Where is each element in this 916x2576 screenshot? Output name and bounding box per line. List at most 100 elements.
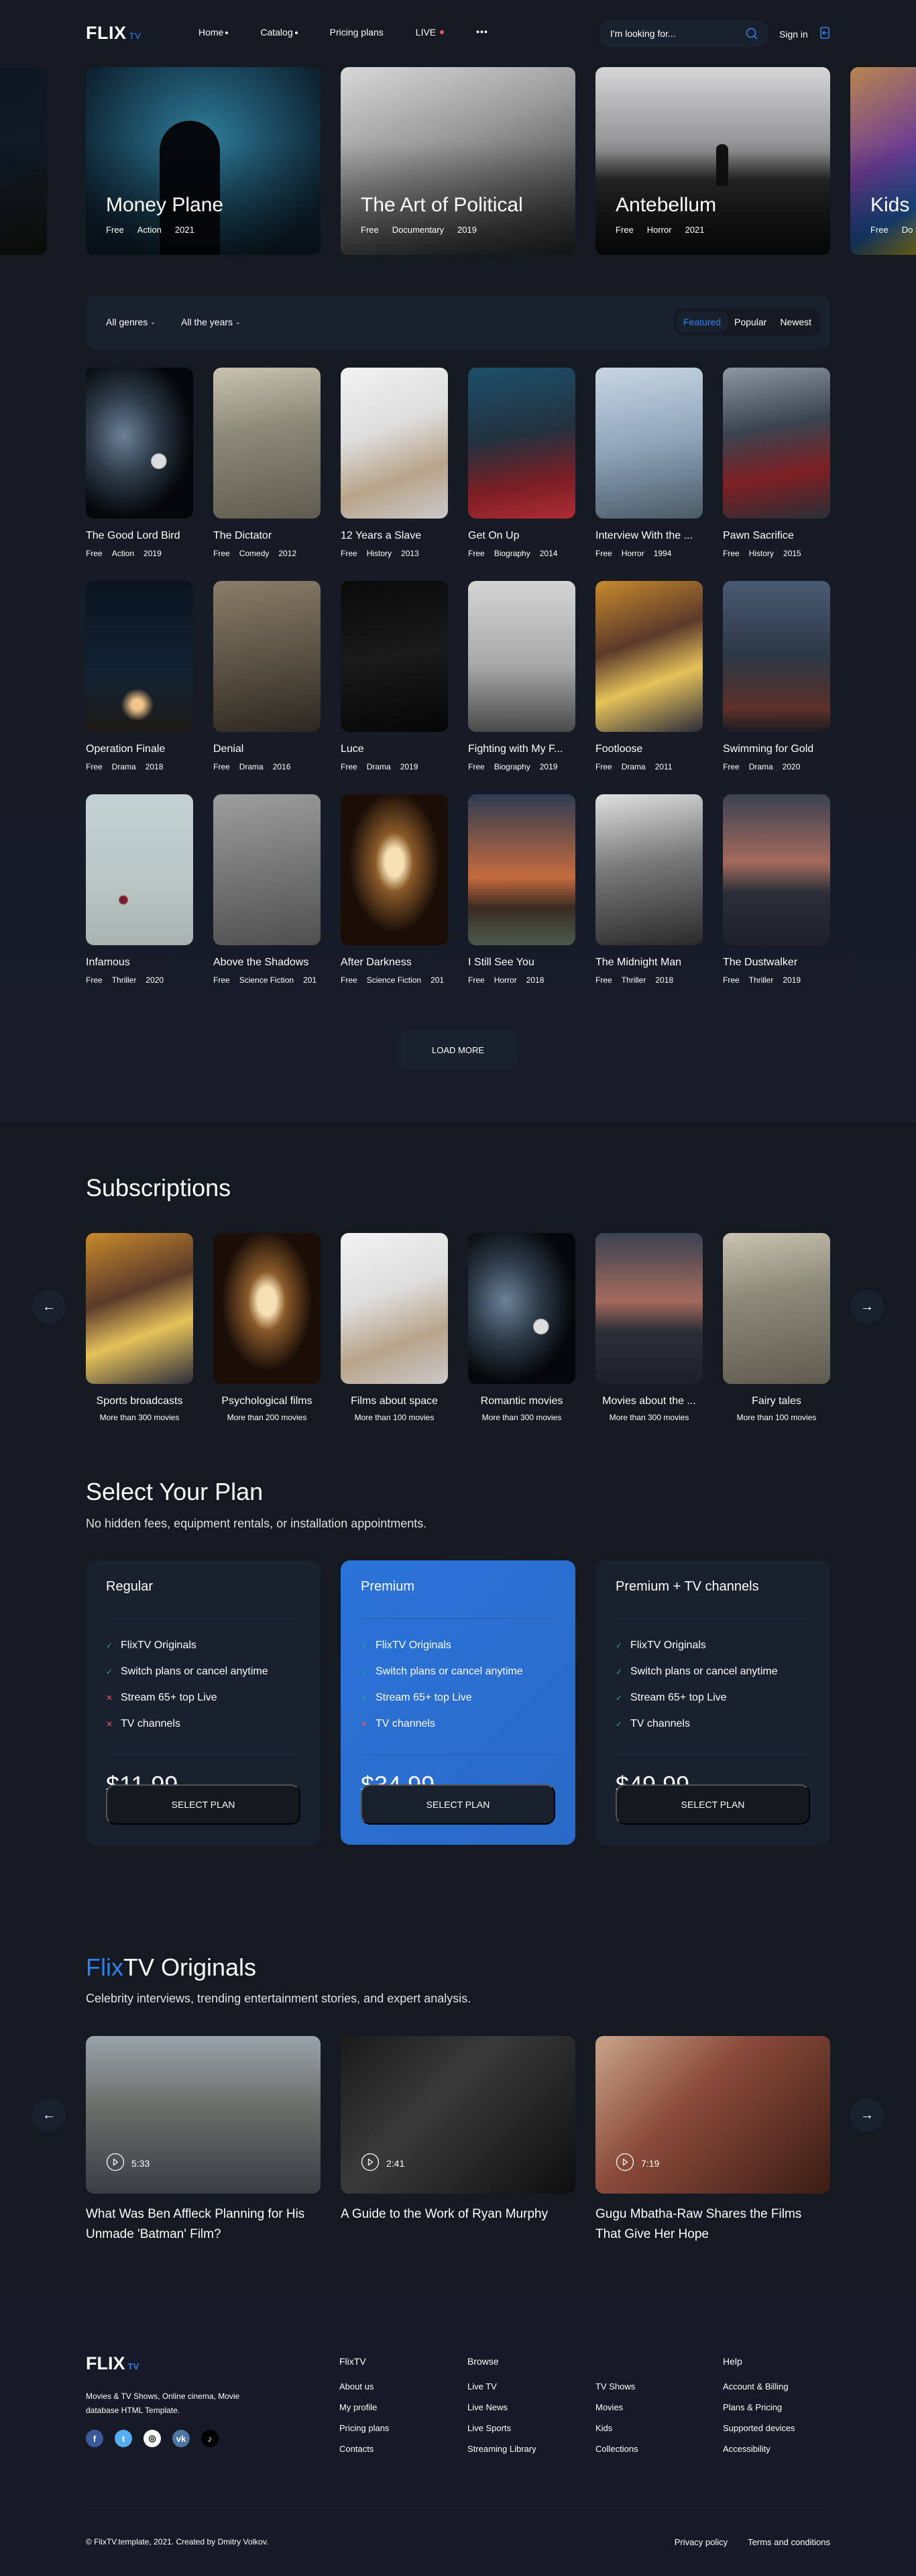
- footer-link[interactable]: Plans & Pricing: [723, 2402, 795, 2412]
- subscription-name[interactable]: Films about space: [341, 1395, 448, 1407]
- footer-link[interactable]: Accessibility: [723, 2444, 795, 2454]
- subscription-name[interactable]: Romantic movies: [468, 1395, 575, 1407]
- movie-card[interactable]: Get On Up Free Biography 2014: [468, 368, 575, 558]
- footer-link[interactable]: My profile: [339, 2402, 389, 2412]
- subscription-poster[interactable]: [723, 1233, 830, 1384]
- twitter-icon[interactable]: t: [115, 2430, 132, 2447]
- movie-card[interactable]: Infamous Free Thriller 2020: [86, 794, 193, 985]
- footer-link[interactable]: Movies: [595, 2402, 638, 2412]
- subscription-poster[interactable]: [86, 1233, 193, 1384]
- load-more-button[interactable]: LOAD MORE: [398, 1030, 518, 1070]
- movie-card[interactable]: The Dustwalker Free Thriller 2019: [723, 794, 830, 985]
- subscription-name[interactable]: Movies about the ...: [595, 1395, 703, 1407]
- subscription-poster[interactable]: [213, 1233, 321, 1384]
- original-card[interactable]: 2:41 A Guide to the Work of Ryan Murphy: [341, 2036, 575, 2224]
- originals-prev-button[interactable]: ←: [32, 2098, 66, 2132]
- footer-link[interactable]: Supported devices: [723, 2423, 795, 2433]
- subscription-poster[interactable]: [341, 1233, 448, 1384]
- movie-card[interactable]: Footloose Free Drama 2011: [595, 581, 703, 771]
- instagram-icon[interactable]: ◎: [144, 2430, 161, 2447]
- subscription-name[interactable]: Psychological films: [213, 1395, 321, 1407]
- subscription-card[interactable]: Films about space More than 100 movies: [341, 1233, 448, 1422]
- select-plan-button[interactable]: SELECT PLAN: [106, 1784, 300, 1825]
- movie-title[interactable]: Pawn Sacrifice: [723, 530, 830, 542]
- movie-title[interactable]: I Still See You: [468, 957, 575, 969]
- movie-title[interactable]: Swimming for Gold: [723, 743, 830, 755]
- movie-card[interactable]: Interview With the ... Free Horror 1994: [595, 368, 703, 558]
- movie-card[interactable]: Luce Free Drama 2019: [341, 581, 448, 771]
- subscription-card[interactable]: Psychological films More than 200 movies: [213, 1233, 321, 1422]
- movie-title[interactable]: The Dictator: [213, 530, 321, 542]
- movie-poster[interactable]: [341, 581, 448, 732]
- movie-title[interactable]: Operation Finale: [86, 743, 193, 755]
- hero-card[interactable]: Kids Free Do: [850, 67, 916, 255]
- movie-title[interactable]: The Good Lord Bird: [86, 530, 193, 542]
- footer-link[interactable]: Pricing plans: [339, 2423, 389, 2433]
- movie-title[interactable]: Interview With the ...: [595, 530, 703, 542]
- movie-card[interactable]: Above the Shadows Free Science Fiction 201: [213, 794, 321, 985]
- nav-pricing[interactable]: Pricing plans: [330, 27, 384, 38]
- movie-title[interactable]: Footloose: [595, 743, 703, 755]
- original-title[interactable]: A Guide to the Work of Ryan Murphy: [341, 2204, 575, 2224]
- privacy-policy-link[interactable]: Privacy policy: [675, 2537, 728, 2547]
- footer-link[interactable]: Collections: [595, 2444, 638, 2454]
- hero-card[interactable]: The Art of Political Free Documentary 2019: [341, 67, 575, 255]
- hero-card[interactable]: Antebellum Free Horror 2021: [595, 67, 830, 255]
- select-plan-button[interactable]: SELECT PLAN: [361, 1784, 555, 1825]
- movie-card[interactable]: Fighting with My F... Free Biography 2019: [468, 581, 575, 771]
- original-poster[interactable]: 7:19: [595, 2036, 830, 2194]
- play-icon[interactable]: [106, 2153, 125, 2174]
- movie-poster[interactable]: [213, 794, 321, 945]
- movie-card[interactable]: Swimming for Gold Free Drama 2020: [723, 581, 830, 771]
- original-title[interactable]: Gugu Mbatha-Raw Shares the Films That Gi…: [595, 2204, 830, 2245]
- play-icon[interactable]: [361, 2153, 380, 2174]
- movie-card[interactable]: The Midnight Man Free Thriller 2018: [595, 794, 703, 985]
- movie-title[interactable]: Denial: [213, 743, 321, 755]
- subscription-name[interactable]: Fairy tales: [723, 1395, 830, 1407]
- movie-title[interactable]: 12 Years a Slave: [341, 530, 448, 542]
- subscription-poster[interactable]: [468, 1233, 575, 1384]
- movie-card[interactable]: The Good Lord Bird Free Action 2019: [86, 368, 193, 558]
- play-icon[interactable]: [616, 2153, 634, 2174]
- movie-card[interactable]: I Still See You Free Horror 2018: [468, 794, 575, 985]
- original-title[interactable]: What Was Ben Affleck Planning for His Un…: [86, 2204, 321, 2245]
- movie-poster[interactable]: [341, 368, 448, 519]
- subscriptions-next-button[interactable]: →: [850, 1290, 884, 1324]
- movie-poster[interactable]: [723, 368, 830, 519]
- footer-link[interactable]: Live News: [467, 2402, 536, 2412]
- hero-card[interactable]: Money Plane Free Action 2021: [86, 67, 321, 255]
- vk-icon[interactable]: vk: [172, 2430, 190, 2447]
- movie-poster[interactable]: [468, 794, 575, 945]
- original-card[interactable]: 5:33 What Was Ben Affleck Planning for Hi…: [86, 2036, 321, 2245]
- movie-title[interactable]: Fighting with My F...: [468, 743, 575, 755]
- tiktok-icon[interactable]: ♪: [201, 2430, 219, 2447]
- nav-catalog[interactable]: Catalog: [260, 27, 298, 38]
- original-poster[interactable]: 5:33: [86, 2036, 321, 2194]
- hero-card[interactable]: [0, 67, 47, 255]
- footer-logo[interactable]: FLIX TV: [86, 2353, 139, 2374]
- more-menu-button[interactable]: •••: [476, 25, 488, 38]
- original-poster[interactable]: 2:41: [341, 2036, 575, 2194]
- sign-in-link[interactable]: Sign in: [779, 27, 829, 41]
- movie-title[interactable]: Above the Shadows: [213, 957, 321, 969]
- tab-newest[interactable]: Newest: [773, 311, 818, 333]
- movie-poster[interactable]: [723, 581, 830, 732]
- original-card[interactable]: 7:19 Gugu Mbatha-Raw Shares the Films Tha…: [595, 2036, 830, 2245]
- movie-card[interactable]: Denial Free Drama 2016: [213, 581, 321, 771]
- tab-featured[interactable]: Featured: [677, 311, 728, 333]
- movie-poster[interactable]: [723, 794, 830, 945]
- nav-live[interactable]: LIVE: [416, 27, 445, 38]
- tab-popular[interactable]: Popular: [728, 311, 773, 333]
- subscription-card[interactable]: Movies about the ... More than 300 movies: [595, 1233, 703, 1422]
- movie-card[interactable]: After Darkness Free Science Fiction 201: [341, 794, 448, 985]
- year-dropdown[interactable]: All the years ⌄: [181, 317, 241, 327]
- footer-link[interactable]: Contacts: [339, 2444, 389, 2454]
- footer-link[interactable]: Kids: [595, 2423, 638, 2433]
- footer-link[interactable]: TV Shows: [595, 2381, 638, 2392]
- nav-home[interactable]: Home: [198, 27, 229, 38]
- movie-poster[interactable]: [595, 581, 703, 732]
- movie-poster[interactable]: [468, 368, 575, 519]
- movie-poster[interactable]: [86, 368, 193, 519]
- facebook-icon[interactable]: f: [86, 2430, 103, 2447]
- terms-link[interactable]: Terms and conditions: [748, 2537, 830, 2547]
